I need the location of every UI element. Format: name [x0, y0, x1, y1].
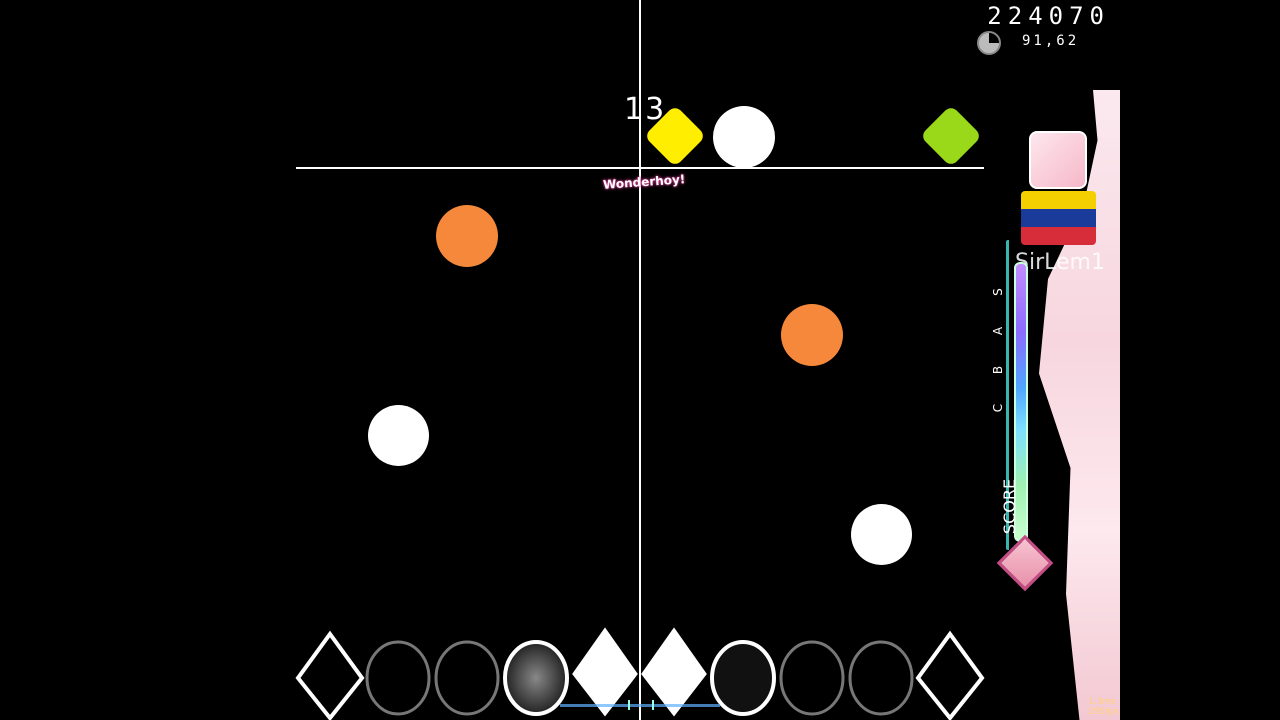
note-orange-circle — [781, 304, 843, 366]
receptor-4-circle — [503, 640, 569, 716]
grade-label: B — [991, 365, 1006, 375]
accuracy-display: 91,62 — [1022, 33, 1080, 49]
receptor-3-circle — [434, 640, 500, 716]
flag-stripe-blue — [1021, 209, 1096, 227]
receptor-10-diamond — [915, 630, 985, 720]
grade-label: C — [991, 403, 1006, 413]
fps-value: 295fps — [1088, 707, 1119, 717]
receptor-8-circle — [779, 640, 845, 716]
combo-counter: 13 — [624, 92, 667, 127]
judgement-text: Wonderhoy! — [602, 172, 686, 192]
grade-label: A — [991, 326, 1006, 336]
country-flag-icon — [1021, 191, 1096, 245]
latency-readout: 1.3ms 295fps — [1088, 697, 1119, 717]
receptor-2-circle — [365, 640, 431, 716]
score-display: 224070 — [987, 2, 1110, 30]
receptor-5-diamond — [572, 627, 638, 717]
flag-stripe-yellow — [1021, 191, 1096, 209]
note-white-circle — [851, 504, 912, 565]
grade-label: S — [990, 288, 1005, 296]
note-white-circle — [368, 405, 429, 466]
player-avatar — [1029, 131, 1087, 189]
note-green-diamond — [919, 104, 983, 168]
note-orange-circle — [436, 205, 498, 267]
accuracy-pie-icon — [977, 31, 1001, 55]
latency-value: 1.3ms — [1088, 697, 1116, 707]
hit-error-bar — [560, 704, 720, 707]
note-white-circle — [713, 106, 775, 168]
receptor-7-circle — [710, 640, 776, 716]
receptor-1-diamond — [295, 630, 365, 720]
game-playfield: 13 Wonderhoy! 224070 91,62 SirLem1 S A B… — [0, 0, 1280, 720]
receptor-9-circle — [848, 640, 914, 716]
hit-error-tick — [652, 700, 654, 710]
gauge-score-label: SCORE — [1000, 478, 1020, 535]
hit-error-tick — [628, 700, 630, 710]
